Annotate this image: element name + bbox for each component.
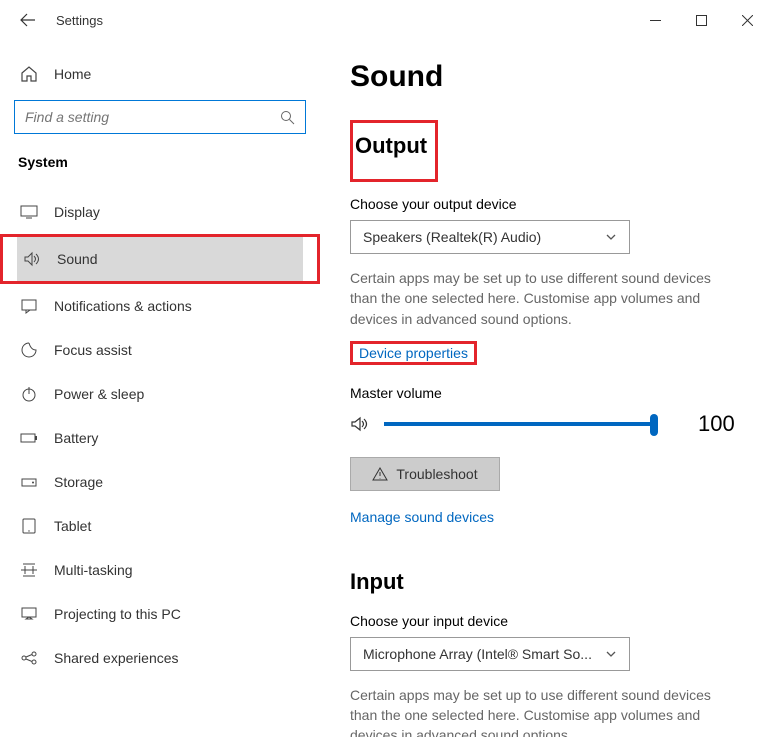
troubleshoot-label: Troubleshoot (396, 466, 477, 482)
sidebar-item-label: Focus assist (54, 342, 132, 358)
sidebar-item-sound[interactable]: Sound (17, 237, 303, 281)
sidebar-item-label: Storage (54, 474, 103, 490)
projecting-icon (20, 605, 38, 623)
sidebar-item-label: Notifications & actions (54, 298, 192, 314)
sidebar-item-label: Projecting to this PC (54, 606, 181, 622)
sidebar-item-focus-assist[interactable]: Focus assist (14, 328, 306, 372)
battery-icon (20, 429, 38, 447)
output-device-properties-link[interactable]: Device properties (359, 345, 468, 361)
multitasking-icon (20, 561, 38, 579)
sidebar-item-label: Sound (57, 251, 97, 267)
page-title: Sound (350, 60, 740, 94)
sidebar-item-label: Battery (54, 430, 98, 446)
master-volume-label: Master volume (350, 385, 740, 401)
sidebar-item-projecting[interactable]: Projecting to this PC (14, 592, 306, 636)
warning-icon (372, 466, 388, 482)
home-icon (20, 65, 38, 83)
window-title: Settings (48, 13, 103, 28)
sidebar-item-power-sleep[interactable]: Power & sleep (14, 372, 306, 416)
tablet-icon (20, 517, 38, 535)
troubleshoot-button[interactable]: Troubleshoot (350, 457, 500, 491)
sidebar-item-label: Power & sleep (54, 386, 144, 402)
output-device-selected: Speakers (Realtek(R) Audio) (363, 229, 541, 245)
focus-assist-icon (20, 341, 38, 359)
input-device-dropdown[interactable]: Microphone Array (Intel® Smart So... (350, 637, 630, 671)
input-hint-text: Certain apps may be set up to use differ… (350, 685, 740, 737)
search-input[interactable] (14, 100, 306, 134)
input-device-label: Choose your input device (350, 613, 740, 629)
search-icon (280, 110, 295, 125)
sidebar-item-shared-experiences[interactable]: Shared experiences (14, 636, 306, 680)
storage-icon (20, 473, 38, 491)
arrow-left-icon (20, 12, 36, 28)
volume-slider-thumb[interactable] (650, 414, 658, 436)
titlebar: Settings (0, 0, 770, 40)
close-icon (742, 15, 753, 26)
output-device-dropdown[interactable]: Speakers (Realtek(R) Audio) (350, 220, 630, 254)
sidebar-item-multitasking[interactable]: Multi-tasking (14, 548, 306, 592)
minimize-icon (650, 15, 661, 26)
maximize-icon (696, 15, 707, 26)
sidebar-item-display[interactable]: Display (14, 190, 306, 234)
sidebar-item-label: Multi-tasking (54, 562, 133, 578)
sidebar-item-notifications[interactable]: Notifications & actions (14, 284, 306, 328)
manage-sound-devices-link[interactable]: Manage sound devices (350, 509, 740, 525)
search-field[interactable] (25, 109, 280, 125)
content-pane: Sound Output Choose your output device S… (320, 40, 770, 737)
minimize-button[interactable] (632, 4, 678, 36)
sound-icon (23, 250, 41, 268)
power-icon (20, 385, 38, 403)
home-nav[interactable]: Home (14, 54, 306, 94)
sidebar-item-battery[interactable]: Battery (14, 416, 306, 460)
sidebar: Home System Display Sound (0, 40, 320, 737)
input-heading: Input (350, 569, 404, 595)
close-button[interactable] (724, 4, 770, 36)
sidebar-item-label: Tablet (54, 518, 91, 534)
sidebar-item-label: Display (54, 204, 100, 220)
chevron-down-icon (605, 648, 617, 660)
output-hint-text: Certain apps may be set up to use differ… (350, 268, 740, 329)
maximize-button[interactable] (678, 4, 724, 36)
output-heading: Output (355, 133, 427, 159)
notifications-icon (20, 297, 38, 315)
back-button[interactable] (8, 0, 48, 40)
section-heading: System (18, 154, 306, 170)
chevron-down-icon (605, 231, 617, 243)
input-device-selected: Microphone Array (Intel® Smart So... (363, 646, 592, 662)
home-label: Home (54, 66, 91, 82)
sidebar-item-label: Shared experiences (54, 650, 179, 666)
sidebar-item-storage[interactable]: Storage (14, 460, 306, 504)
speaker-icon[interactable] (350, 414, 370, 434)
display-icon (20, 203, 38, 221)
volume-value: 100 (698, 411, 735, 437)
sidebar-item-tablet[interactable]: Tablet (14, 504, 306, 548)
volume-slider[interactable] (384, 422, 654, 426)
output-device-label: Choose your output device (350, 196, 740, 212)
shared-icon (20, 649, 38, 667)
